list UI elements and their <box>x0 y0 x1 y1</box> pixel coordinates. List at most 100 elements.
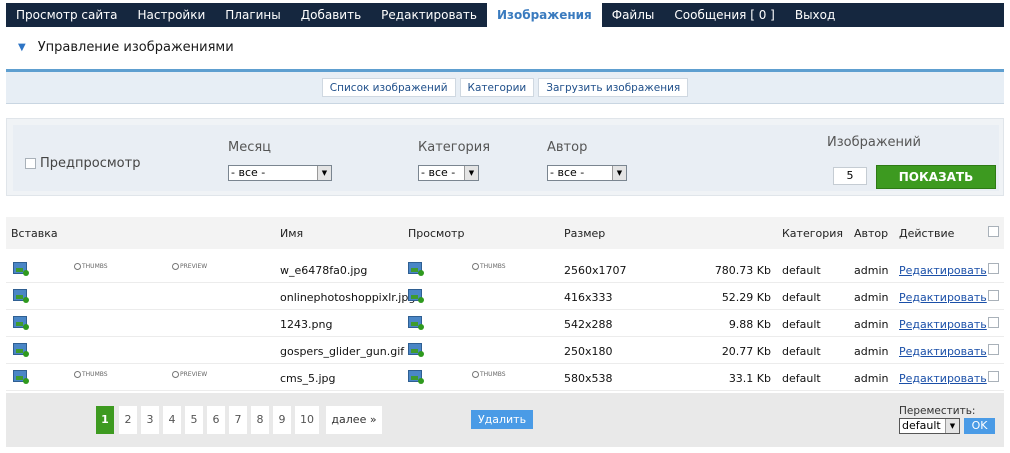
file-size: 780.73 Kb <box>714 264 771 277</box>
insert-thumbs-icon[interactable]: THUMBS <box>74 263 108 270</box>
table-row: 1243.png 542x288 9.88 Kb default admin Р… <box>6 310 1004 337</box>
insert-image-icon[interactable] <box>13 289 29 303</box>
row-checkbox[interactable] <box>988 317 999 328</box>
nav-item-messages[interactable]: Сообщения [ 0 ] <box>664 3 784 27</box>
category-select[interactable]: - все - ▼ <box>418 165 479 181</box>
subtab-upload-images[interactable]: Загрузить изображения <box>538 78 689 97</box>
nav-item-plugins[interactable]: Плагины <box>215 3 290 27</box>
image-category: default <box>782 372 821 385</box>
category-select-value: - все - <box>421 166 456 179</box>
dropdown-arrow-icon: ▼ <box>612 166 626 180</box>
image-category: default <box>782 264 821 277</box>
edit-link[interactable]: Редактировать <box>899 345 987 358</box>
insert-preview-icon[interactable]: PREVIEW <box>172 371 207 378</box>
file-name: onlinephotoshoppixlr.jpg <box>280 291 416 304</box>
author-label: Автор <box>547 140 588 155</box>
view-image-icon[interactable] <box>408 370 424 384</box>
row-checkbox[interactable] <box>988 290 999 301</box>
page-button-3[interactable]: 3 <box>141 406 159 434</box>
view-thumbs-icon[interactable]: THUMBS <box>472 263 506 270</box>
file-size: 33.1 Kb <box>728 372 771 385</box>
nav-item-edit[interactable]: Редактировать <box>371 3 487 27</box>
insert-image-icon[interactable] <box>13 262 29 276</box>
subtab-image-list[interactable]: Список изображений <box>321 78 456 97</box>
page-button-9[interactable]: 9 <box>273 406 291 434</box>
page-button-7[interactable]: 7 <box>229 406 247 434</box>
insert-image-icon[interactable] <box>13 316 29 330</box>
nav-item-images[interactable]: Изображения <box>486 3 602 27</box>
page-button-8[interactable]: 8 <box>251 406 269 434</box>
file-size: 20.77 Kb <box>721 345 771 358</box>
delete-button[interactable]: Удалить <box>471 410 533 429</box>
view-thumbs-icon[interactable]: THUMBS <box>472 371 506 378</box>
edit-link[interactable]: Редактировать <box>899 372 987 385</box>
move-category-select[interactable]: default ▼ <box>899 418 960 434</box>
page-button-4[interactable]: 4 <box>163 406 181 434</box>
page-button-2[interactable]: 2 <box>119 406 137 434</box>
image-dimensions: 542x288 <box>564 318 613 331</box>
nav-item-settings[interactable]: Настройки <box>128 3 216 27</box>
insert-preview-icon[interactable]: PREVIEW <box>172 263 207 270</box>
month-label: Месяц <box>228 140 272 155</box>
image-dimensions: 2560x1707 <box>564 264 627 277</box>
edit-link[interactable]: Редактировать <box>899 318 987 331</box>
row-checkbox[interactable] <box>988 371 999 382</box>
page-button-6[interactable]: 6 <box>207 406 225 434</box>
subtab-categories[interactable]: Категории <box>459 78 535 97</box>
nav-item-view-site[interactable]: Просмотр сайта <box>6 3 128 27</box>
view-image-icon[interactable] <box>408 289 424 303</box>
image-author: admin <box>854 345 889 358</box>
table-row: gospers_glider_gun.gif 250x180 20.77 Kb … <box>6 337 1004 364</box>
row-checkbox[interactable] <box>988 344 999 355</box>
subtabs-bar: Список изображений Категории Загрузить и… <box>6 72 1004 104</box>
file-size: 52.29 Kb <box>721 291 771 304</box>
page-button-1[interactable]: 1 <box>96 406 114 434</box>
preview-checkbox[interactable] <box>25 158 36 169</box>
table-footer: 1 2 3 4 5 6 7 8 9 10 далее » Удалить Пер… <box>6 393 1004 447</box>
view-image-icon[interactable] <box>408 316 424 330</box>
file-name: cms_5.jpg <box>280 372 336 385</box>
image-count-label: Изображений <box>827 135 921 150</box>
image-category: default <box>782 345 821 358</box>
insert-thumbs-icon[interactable]: THUMBS <box>74 371 108 378</box>
show-button[interactable]: ПОКАЗАТЬ <box>876 165 996 189</box>
row-checkbox[interactable] <box>988 263 999 274</box>
category-label: Категория <box>418 140 491 155</box>
image-dimensions: 416x333 <box>564 291 613 304</box>
column-header-author: Автор <box>854 227 889 240</box>
column-header-insert: Вставка <box>11 227 58 240</box>
table-row: THUMBS PREVIEW w_e6478fa0.jpg THUMBS 256… <box>6 256 1004 283</box>
insert-image-icon[interactable] <box>13 370 29 384</box>
page-button-5[interactable]: 5 <box>185 406 203 434</box>
file-name: gospers_glider_gun.gif <box>280 345 405 358</box>
file-size: 9.88 Kb <box>728 318 771 331</box>
view-image-icon[interactable] <box>408 343 424 357</box>
next-page-button[interactable]: далее » <box>326 406 382 434</box>
insert-image-icon[interactable] <box>13 343 29 357</box>
table-header: Вставка Имя Просмотр Размер Категория Ав… <box>6 217 1004 249</box>
view-image-icon[interactable] <box>408 262 424 276</box>
file-name: 1243.png <box>280 318 333 331</box>
nav-item-logout[interactable]: Выход <box>785 3 845 27</box>
column-header-preview: Просмотр <box>408 227 465 240</box>
nav-item-add[interactable]: Добавить <box>291 3 371 27</box>
month-select-value: - все - <box>231 166 266 179</box>
page-heading: ▼ Управление изображениями <box>18 38 234 56</box>
select-all-checkbox[interactable] <box>988 226 999 237</box>
nav-item-files[interactable]: Файлы <box>602 3 665 27</box>
top-nav: Просмотр сайта Настройки Плагины Добавит… <box>6 3 1004 27</box>
edit-link[interactable]: Редактировать <box>899 291 987 304</box>
preview-toggle[interactable]: Предпросмотр <box>25 156 140 171</box>
image-category: default <box>782 291 821 304</box>
month-select[interactable]: - все - ▼ <box>228 165 332 181</box>
ok-button[interactable]: OK <box>964 418 995 434</box>
column-header-category: Категория <box>782 227 843 240</box>
table-row: THUMBS PREVIEW cms_5.jpg THUMBS 580x538 … <box>6 364 1004 391</box>
column-header-name: Имя <box>280 227 304 240</box>
image-author: admin <box>854 318 889 331</box>
page-button-10[interactable]: 10 <box>295 406 319 434</box>
dropdown-arrow-icon: ▼ <box>317 166 331 180</box>
image-count-input[interactable]: 5 <box>833 167 867 185</box>
author-select[interactable]: - все - ▼ <box>547 165 627 181</box>
edit-link[interactable]: Редактировать <box>899 264 987 277</box>
